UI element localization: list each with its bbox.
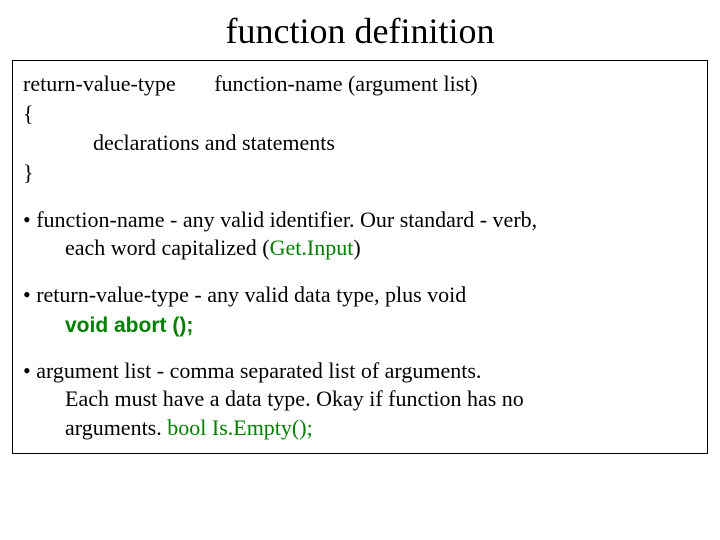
syntax-open-brace: { <box>23 99 697 129</box>
bullet-argument-list: argument list - comma separated list of … <box>23 357 697 443</box>
syntax-close-brace: } <box>23 158 697 188</box>
void-abort-example: void abort (); <box>23 312 697 339</box>
content-box: return-value-type function-name (argumen… <box>12 60 708 454</box>
syntax-declarations: declarations and statements <box>23 128 697 158</box>
bullet-3-line-2: Each must have a data type. Okay if func… <box>23 385 697 414</box>
bullet-1-text-a: each word capitalized ( <box>65 235 270 260</box>
bullet-2-line-1: return-value-type - any valid data type,… <box>23 282 466 307</box>
slide-title: function definition <box>0 0 720 60</box>
bullet-1-line-1: function-name - any valid identifier. Ou… <box>23 207 537 232</box>
syntax-line-1: return-value-type function-name (argumen… <box>23 69 697 99</box>
bullet-3-line-3: arguments. bool Is.Empty(); <box>23 414 697 443</box>
is-empty-example: bool Is.Empty(); <box>167 415 312 440</box>
bullet-function-name: function-name - any valid identifier. Ou… <box>23 206 697 263</box>
slide: function definition return-value-type fu… <box>0 0 720 540</box>
bullet-1-line-2: each word capitalized (Get.Input) <box>23 234 697 263</box>
syntax-block: return-value-type function-name (argumen… <box>23 69 697 188</box>
bullet-1-text-b: ) <box>353 235 360 260</box>
bullet-return-value-type: return-value-type - any valid data type,… <box>23 281 697 339</box>
get-input-example: Get.Input <box>270 235 354 260</box>
bullet-3-text-a: arguments. <box>65 415 167 440</box>
bullet-3-line-1: argument list - comma separated list of … <box>23 358 481 383</box>
